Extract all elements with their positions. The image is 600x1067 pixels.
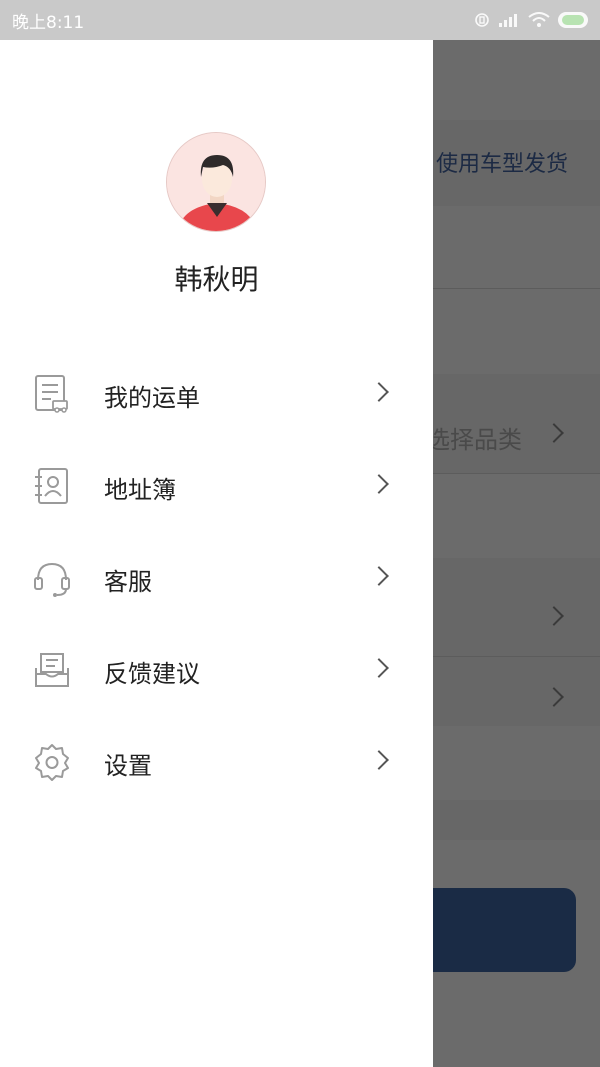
signal-icon — [499, 14, 517, 27]
waybill-icon — [35, 375, 68, 413]
menu-label: 反馈建议 — [104, 660, 200, 688]
avatar[interactable] — [166, 132, 266, 232]
alarm-icon — [475, 13, 489, 27]
headset-icon — [34, 562, 70, 597]
bg-submit-button — [420, 888, 576, 972]
menu-item-settings[interactable]: 设置 — [0, 716, 433, 808]
menu-item-customer-service[interactable]: 客服 — [0, 532, 433, 624]
chevron-right-icon — [369, 382, 389, 402]
menu-item-address-book[interactable]: 地址簿 — [0, 440, 433, 532]
wifi-icon — [528, 12, 550, 27]
chevron-right-icon — [369, 658, 389, 678]
chevron-right-icon — [369, 566, 389, 586]
chevron-right-icon — [369, 474, 389, 494]
address-book-icon — [35, 468, 68, 504]
settings-icon — [35, 744, 69, 781]
menu-item-waybills[interactable]: 我的运单 — [0, 348, 433, 440]
menu-label: 客服 — [104, 568, 152, 596]
menu-label: 设置 — [104, 752, 152, 780]
battery-icon — [558, 12, 588, 28]
user-name: 韩秋明 — [174, 263, 259, 296]
menu-label: 我的运单 — [104, 384, 200, 412]
status-bar: 晚上8:11 — [0, 0, 600, 40]
bg-header-text: 使用车型发货 — [436, 152, 569, 177]
bg-category-text: 选择品类 — [426, 426, 522, 454]
drawer-menu: 我的运单 地址簿 客服 反馈建议 设置 — [0, 348, 433, 808]
status-icons — [474, 12, 588, 28]
bg-divider — [433, 473, 600, 474]
status-time: 晚上8:11 — [12, 12, 85, 33]
feedback-icon — [35, 653, 69, 687]
menu-label: 地址簿 — [104, 476, 176, 504]
bg-divider — [433, 656, 600, 657]
bg-divider — [433, 288, 600, 289]
menu-item-feedback[interactable]: 反馈建议 — [0, 624, 433, 716]
navigation-drawer: 韩秋明 我的运单 地址簿 客服 反馈建议 设置 — [0, 40, 433, 1067]
user-avatar-icon — [167, 133, 265, 231]
chevron-right-icon — [369, 750, 389, 770]
